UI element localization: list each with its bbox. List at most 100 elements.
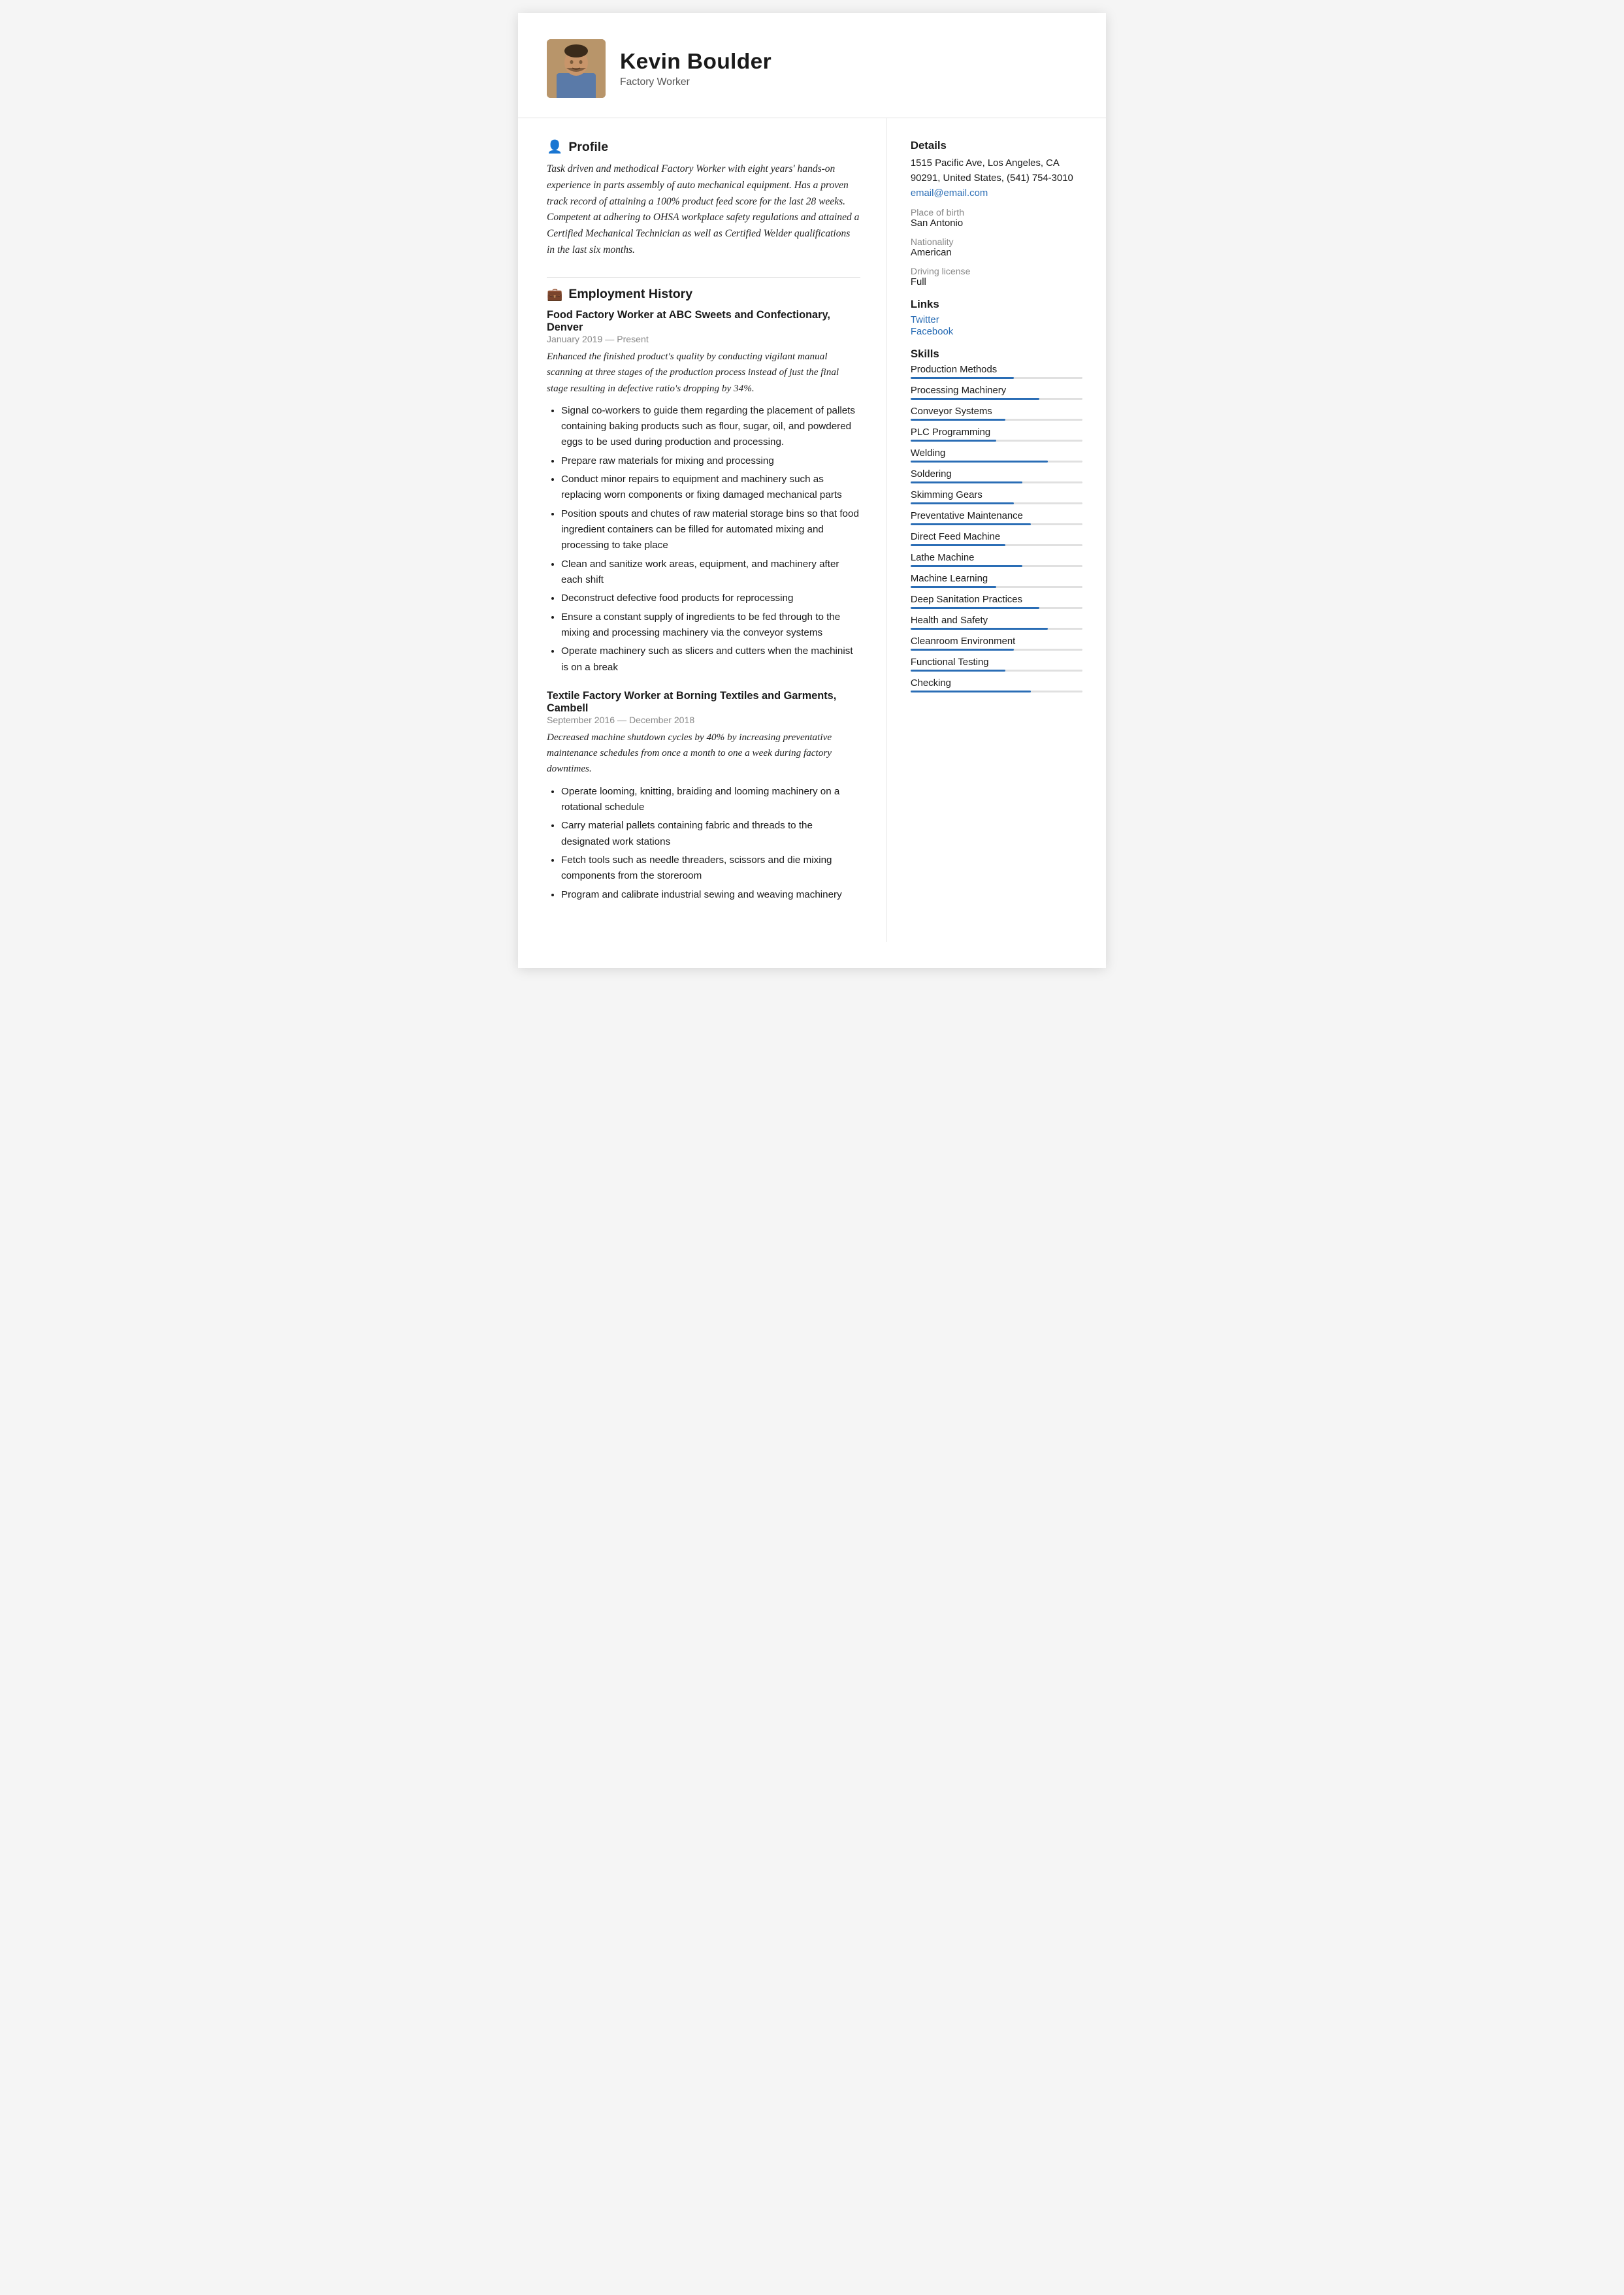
details-section: Details 1515 Pacific Ave, Los Angeles, C… <box>911 139 1082 287</box>
job-bullets-list: Signal co-workers to guide them regardin… <box>547 403 860 675</box>
skill-bar-fill <box>911 691 1031 692</box>
bullet-item: Signal co-workers to guide them regardin… <box>561 403 860 451</box>
skill-bar-fill <box>911 544 1005 546</box>
skill-bar-bg <box>911 649 1082 651</box>
main-content: 👤 Profile Task driven and methodical Fac… <box>518 118 1106 942</box>
bullet-item: Operate looming, knitting, braiding and … <box>561 784 860 816</box>
header-info: Kevin Boulder Factory Worker <box>620 50 771 88</box>
skill-name: Production Methods <box>911 365 1082 375</box>
driving-license-label: Driving license <box>911 266 1082 276</box>
links-section: Links Twitter Facebook <box>911 298 1082 337</box>
skill-bar-bg <box>911 481 1082 483</box>
skill-name: Deep Sanitation Practices <box>911 594 1082 605</box>
bullet-item: Deconstruct defective food products for … <box>561 591 860 606</box>
skill-item: Skimming Gears <box>911 490 1082 504</box>
skill-bar-bg <box>911 586 1082 588</box>
profile-text: Task driven and methodical Factory Worke… <box>547 161 860 259</box>
job-bullets-list: Operate looming, knitting, braiding and … <box>547 784 860 903</box>
skill-item: Soldering <box>911 469 1082 483</box>
skill-item: Lathe Machine <box>911 553 1082 567</box>
job-dates: September 2016 — December 2018 <box>547 715 860 725</box>
skill-item: Preventative Maintenance <box>911 511 1082 525</box>
profile-section: 👤 Profile Task driven and methodical Fac… <box>547 139 860 259</box>
skill-name: Checking <box>911 678 1082 689</box>
employment-section-title: 💼 Employment History <box>547 287 860 302</box>
skill-name: Health and Safety <box>911 615 1082 626</box>
job-item: Textile Factory Worker at Borning Textil… <box>547 690 860 903</box>
bullet-item: Prepare raw materials for mixing and pro… <box>561 453 860 469</box>
skill-bar-fill <box>911 607 1039 609</box>
avatar <box>547 39 606 98</box>
job-title: Textile Factory Worker at Borning Textil… <box>547 690 860 715</box>
skill-item: Production Methods <box>911 365 1082 379</box>
skill-bar-fill <box>911 377 1014 379</box>
skill-name: Lathe Machine <box>911 553 1082 563</box>
bullet-item: Program and calibrate industrial sewing … <box>561 887 860 903</box>
skill-item: PLC Programming <box>911 427 1082 442</box>
job-dates: January 2019 — Present <box>547 334 860 344</box>
skill-bar-bg <box>911 502 1082 504</box>
employment-icon: 💼 <box>547 287 562 302</box>
skill-name: Soldering <box>911 469 1082 480</box>
skills-section-title: Skills <box>911 348 1082 361</box>
skill-item: Checking <box>911 678 1082 692</box>
place-of-birth-value: San Antonio <box>911 218 1082 229</box>
profile-icon: 👤 <box>547 139 562 155</box>
skill-name: Functional Testing <box>911 657 1082 668</box>
candidate-name: Kevin Boulder <box>620 50 771 74</box>
nationality-value: American <box>911 248 1082 258</box>
place-of-birth-label: Place of birth <box>911 207 1082 218</box>
skill-bar-bg <box>911 440 1082 442</box>
skill-bar-fill <box>911 461 1048 463</box>
skill-bar-bg <box>911 377 1082 379</box>
twitter-link[interactable]: Twitter <box>911 315 1082 325</box>
skill-name: Welding <box>911 448 1082 459</box>
bullet-item: Fetch tools such as needle threaders, sc… <box>561 853 860 885</box>
skill-name: Conveyor Systems <box>911 406 1082 417</box>
skill-bar-fill <box>911 565 1022 567</box>
skill-name: Preventative Maintenance <box>911 511 1082 521</box>
candidate-title: Factory Worker <box>620 76 771 88</box>
bullet-item: Position spouts and chutes of raw materi… <box>561 506 860 554</box>
links-section-title: Links <box>911 298 1082 311</box>
left-column: 👤 Profile Task driven and methodical Fac… <box>518 118 887 942</box>
skill-bar-bg <box>911 419 1082 421</box>
skill-bar-bg <box>911 691 1082 692</box>
skill-bar-fill <box>911 398 1039 400</box>
skills-section: Skills Production Methods Processing Mac… <box>911 348 1082 692</box>
profile-divider <box>547 277 860 278</box>
skill-item: Direct Feed Machine <box>911 532 1082 546</box>
address-text: 1515 Pacific Ave, Los Angeles, CA 90291,… <box>911 156 1082 186</box>
skill-bar-fill <box>911 523 1031 525</box>
email-link[interactable]: email@email.com <box>911 188 988 199</box>
skill-bar-bg <box>911 607 1082 609</box>
resume-container: Kevin Boulder Factory Worker 👤 Profile T… <box>518 13 1106 968</box>
skill-item: Health and Safety <box>911 615 1082 630</box>
skill-item: Processing Machinery <box>911 385 1082 400</box>
bullet-item: Ensure a constant supply of ingredients … <box>561 610 860 642</box>
bullet-item: Operate machinery such as slicers and cu… <box>561 643 860 675</box>
skill-name: Machine Learning <box>911 574 1082 584</box>
skill-name: Processing Machinery <box>911 385 1082 396</box>
nationality-label: Nationality <box>911 236 1082 247</box>
details-section-title: Details <box>911 139 1082 152</box>
skill-name: Direct Feed Machine <box>911 532 1082 542</box>
skill-bar-bg <box>911 544 1082 546</box>
skill-name: Skimming Gears <box>911 490 1082 500</box>
facebook-link[interactable]: Facebook <box>911 327 1082 337</box>
skill-item: Deep Sanitation Practices <box>911 594 1082 609</box>
employment-section: 💼 Employment History Food Factory Worker… <box>547 287 860 903</box>
skill-bar-bg <box>911 670 1082 672</box>
skill-bar-bg <box>911 565 1082 567</box>
job-title: Food Factory Worker at ABC Sweets and Co… <box>547 309 860 334</box>
skill-bar-bg <box>911 398 1082 400</box>
bullet-item: Clean and sanitize work areas, equipment… <box>561 557 860 589</box>
skill-name: Cleanroom Environment <box>911 636 1082 647</box>
skill-item: Welding <box>911 448 1082 463</box>
skill-bar-fill <box>911 628 1048 630</box>
job-item: Food Factory Worker at ABC Sweets and Co… <box>547 309 860 675</box>
skill-bar-bg <box>911 628 1082 630</box>
right-column: Details 1515 Pacific Ave, Los Angeles, C… <box>887 118 1106 942</box>
skill-bar-bg <box>911 523 1082 525</box>
skill-bar-fill <box>911 586 997 588</box>
